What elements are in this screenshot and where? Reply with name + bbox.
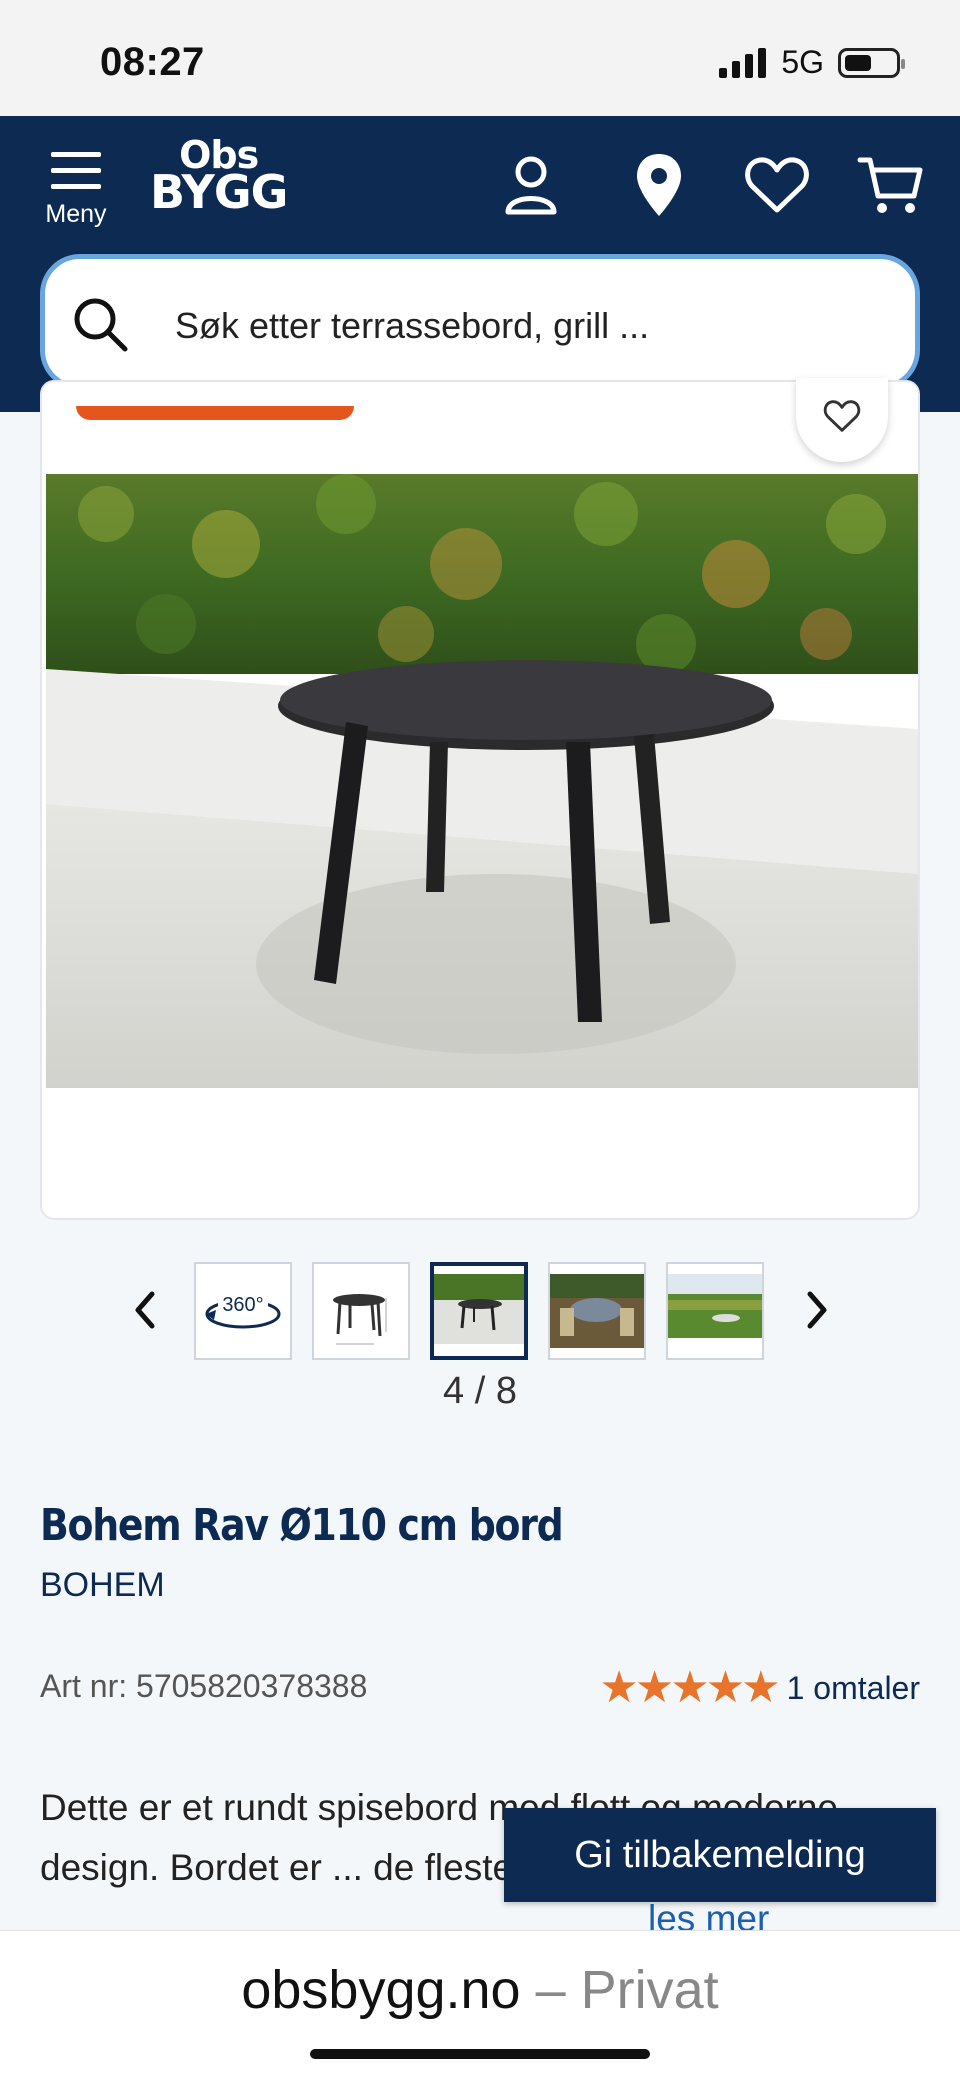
chevron-left-icon[interactable] xyxy=(126,1288,166,1332)
url-domain: obsbygg.no xyxy=(241,1960,521,2020)
user-icon[interactable] xyxy=(496,150,566,220)
thumbnail-5[interactable] xyxy=(548,1262,646,1360)
image-counter: 4 / 8 xyxy=(443,1370,517,1412)
url-display[interactable]: obsbygg.no – Privat xyxy=(0,1959,960,2021)
rating-stars: ★★★★★ xyxy=(599,1663,780,1712)
battery-icon xyxy=(838,47,905,78)
review-count: 1 omtaler xyxy=(786,1669,920,1706)
status-indicators: 5G xyxy=(719,44,905,81)
url-mode: – Privat xyxy=(520,1960,719,2020)
product-title: Bohem Rav Ø110 cm bord xyxy=(40,1500,564,1551)
product-rating[interactable]: ★★★★★ 1 omtaler xyxy=(599,1666,920,1710)
svg-text:360°: 360° xyxy=(222,1294,263,1316)
location-pin-icon[interactable] xyxy=(624,150,694,220)
obs-bygg-logo[interactable]: Obs BYGG xyxy=(150,136,288,216)
rotate-360-icon: 360° xyxy=(205,1294,281,1329)
network-type: 5G xyxy=(781,44,824,80)
browser-address-bar[interactable]: obsbygg.no – Privat xyxy=(0,1930,960,2078)
search-input[interactable]: Søk etter terrassebord, grill ... xyxy=(40,254,920,390)
thumbnail-6[interactable] xyxy=(666,1262,764,1360)
status-time: 08:27 xyxy=(100,40,205,84)
heart-outline-icon xyxy=(823,400,861,432)
search-icon xyxy=(74,298,128,352)
search-placeholder: Søk etter terrassebord, grill ... xyxy=(175,305,650,346)
product-brand[interactable]: BOHEM xyxy=(40,1566,165,1605)
image-carousel: 360° xyxy=(0,1258,960,1362)
home-indicator[interactable] xyxy=(310,2049,650,2059)
chevron-right-icon[interactable] xyxy=(796,1288,836,1332)
thumbnail-2[interactable] xyxy=(312,1262,410,1360)
campaign-badge xyxy=(76,406,354,420)
heart-icon[interactable] xyxy=(742,150,812,220)
status-bar: 08:27 5G xyxy=(0,0,960,116)
product-photo[interactable] xyxy=(46,474,918,1088)
menu-button[interactable]: Meny xyxy=(36,152,116,262)
hamburger-icon xyxy=(36,152,116,189)
article-number: Art nr: 5705820378388 xyxy=(40,1668,368,1704)
menu-label: Meny xyxy=(45,200,107,228)
cart-icon[interactable] xyxy=(856,150,926,220)
feedback-button[interactable]: Gi tilbakemelding xyxy=(504,1808,936,1902)
thumbnail-4-active[interactable] xyxy=(430,1262,528,1360)
site-header: Meny Obs BYGG Søk etter terrassebord, gr… xyxy=(0,116,960,412)
signal-icon xyxy=(719,47,767,78)
thumbnail-360[interactable]: 360° xyxy=(194,1262,292,1360)
